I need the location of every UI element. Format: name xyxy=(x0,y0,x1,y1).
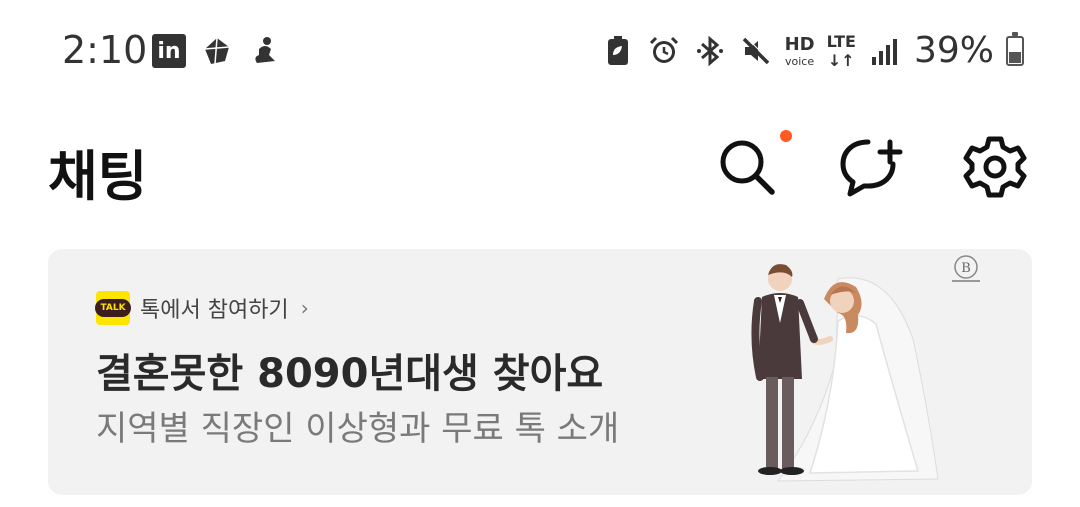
alarm-icon xyxy=(647,34,681,68)
bluetooth-icon xyxy=(693,34,727,68)
status-system-icons: HD voice LTE ↓↑ 39% xyxy=(601,30,1024,71)
new-chat-icon xyxy=(840,139,903,197)
app-header: 채팅 xyxy=(0,110,1080,220)
brand-seal-icon: B xyxy=(952,255,980,282)
search-icon xyxy=(720,140,775,195)
battery-saver-icon xyxy=(601,34,635,68)
game-app-icon xyxy=(200,34,234,68)
wedding-couple-illustration: B xyxy=(751,255,980,482)
kakaotalk-logo: TALK xyxy=(95,291,131,325)
ride-app-icon xyxy=(248,34,282,68)
status-bar: 2:10 in HD voice LTE ↓↑ 39% xyxy=(0,0,1080,100)
battery-level xyxy=(1009,52,1021,63)
search-button[interactable] xyxy=(714,130,792,200)
notification-dot xyxy=(780,130,792,142)
linkedin-icon: in xyxy=(152,34,186,68)
ad-banner[interactable]: TALK 톡에서 참여하기 › 결혼못한 8090년대생 찾아요 지역별 직장인… xyxy=(48,249,1032,495)
status-time: 2:10 xyxy=(62,28,148,72)
banner-subtext: 지역별 직장인 이상형과 무료 톡 소개 xyxy=(96,409,620,449)
battery-icon xyxy=(1006,31,1024,66)
svg-text:B: B xyxy=(961,261,971,276)
chevron-right-icon: › xyxy=(300,296,309,320)
settings-button[interactable] xyxy=(962,134,1028,200)
hd-voice-icon: HD voice xyxy=(784,33,815,68)
new-chat-button[interactable] xyxy=(838,134,904,200)
lte-icon: LTE ↓↑ xyxy=(826,31,856,70)
mute-icon xyxy=(739,34,773,68)
banner-source-link[interactable]: TALK 톡에서 참여하기 › xyxy=(95,291,309,325)
battery-percent: 39% xyxy=(913,30,994,71)
banner-headline: 결혼못한 8090년대생 찾아요 xyxy=(96,351,604,397)
header-actions xyxy=(714,130,1028,200)
banner-source-label: 톡에서 참여하기 xyxy=(140,298,289,323)
page-title: 채팅 xyxy=(48,145,148,208)
signal-icon xyxy=(868,34,902,68)
status-notification-icons: in xyxy=(152,34,282,68)
settings-icon xyxy=(963,136,1027,198)
